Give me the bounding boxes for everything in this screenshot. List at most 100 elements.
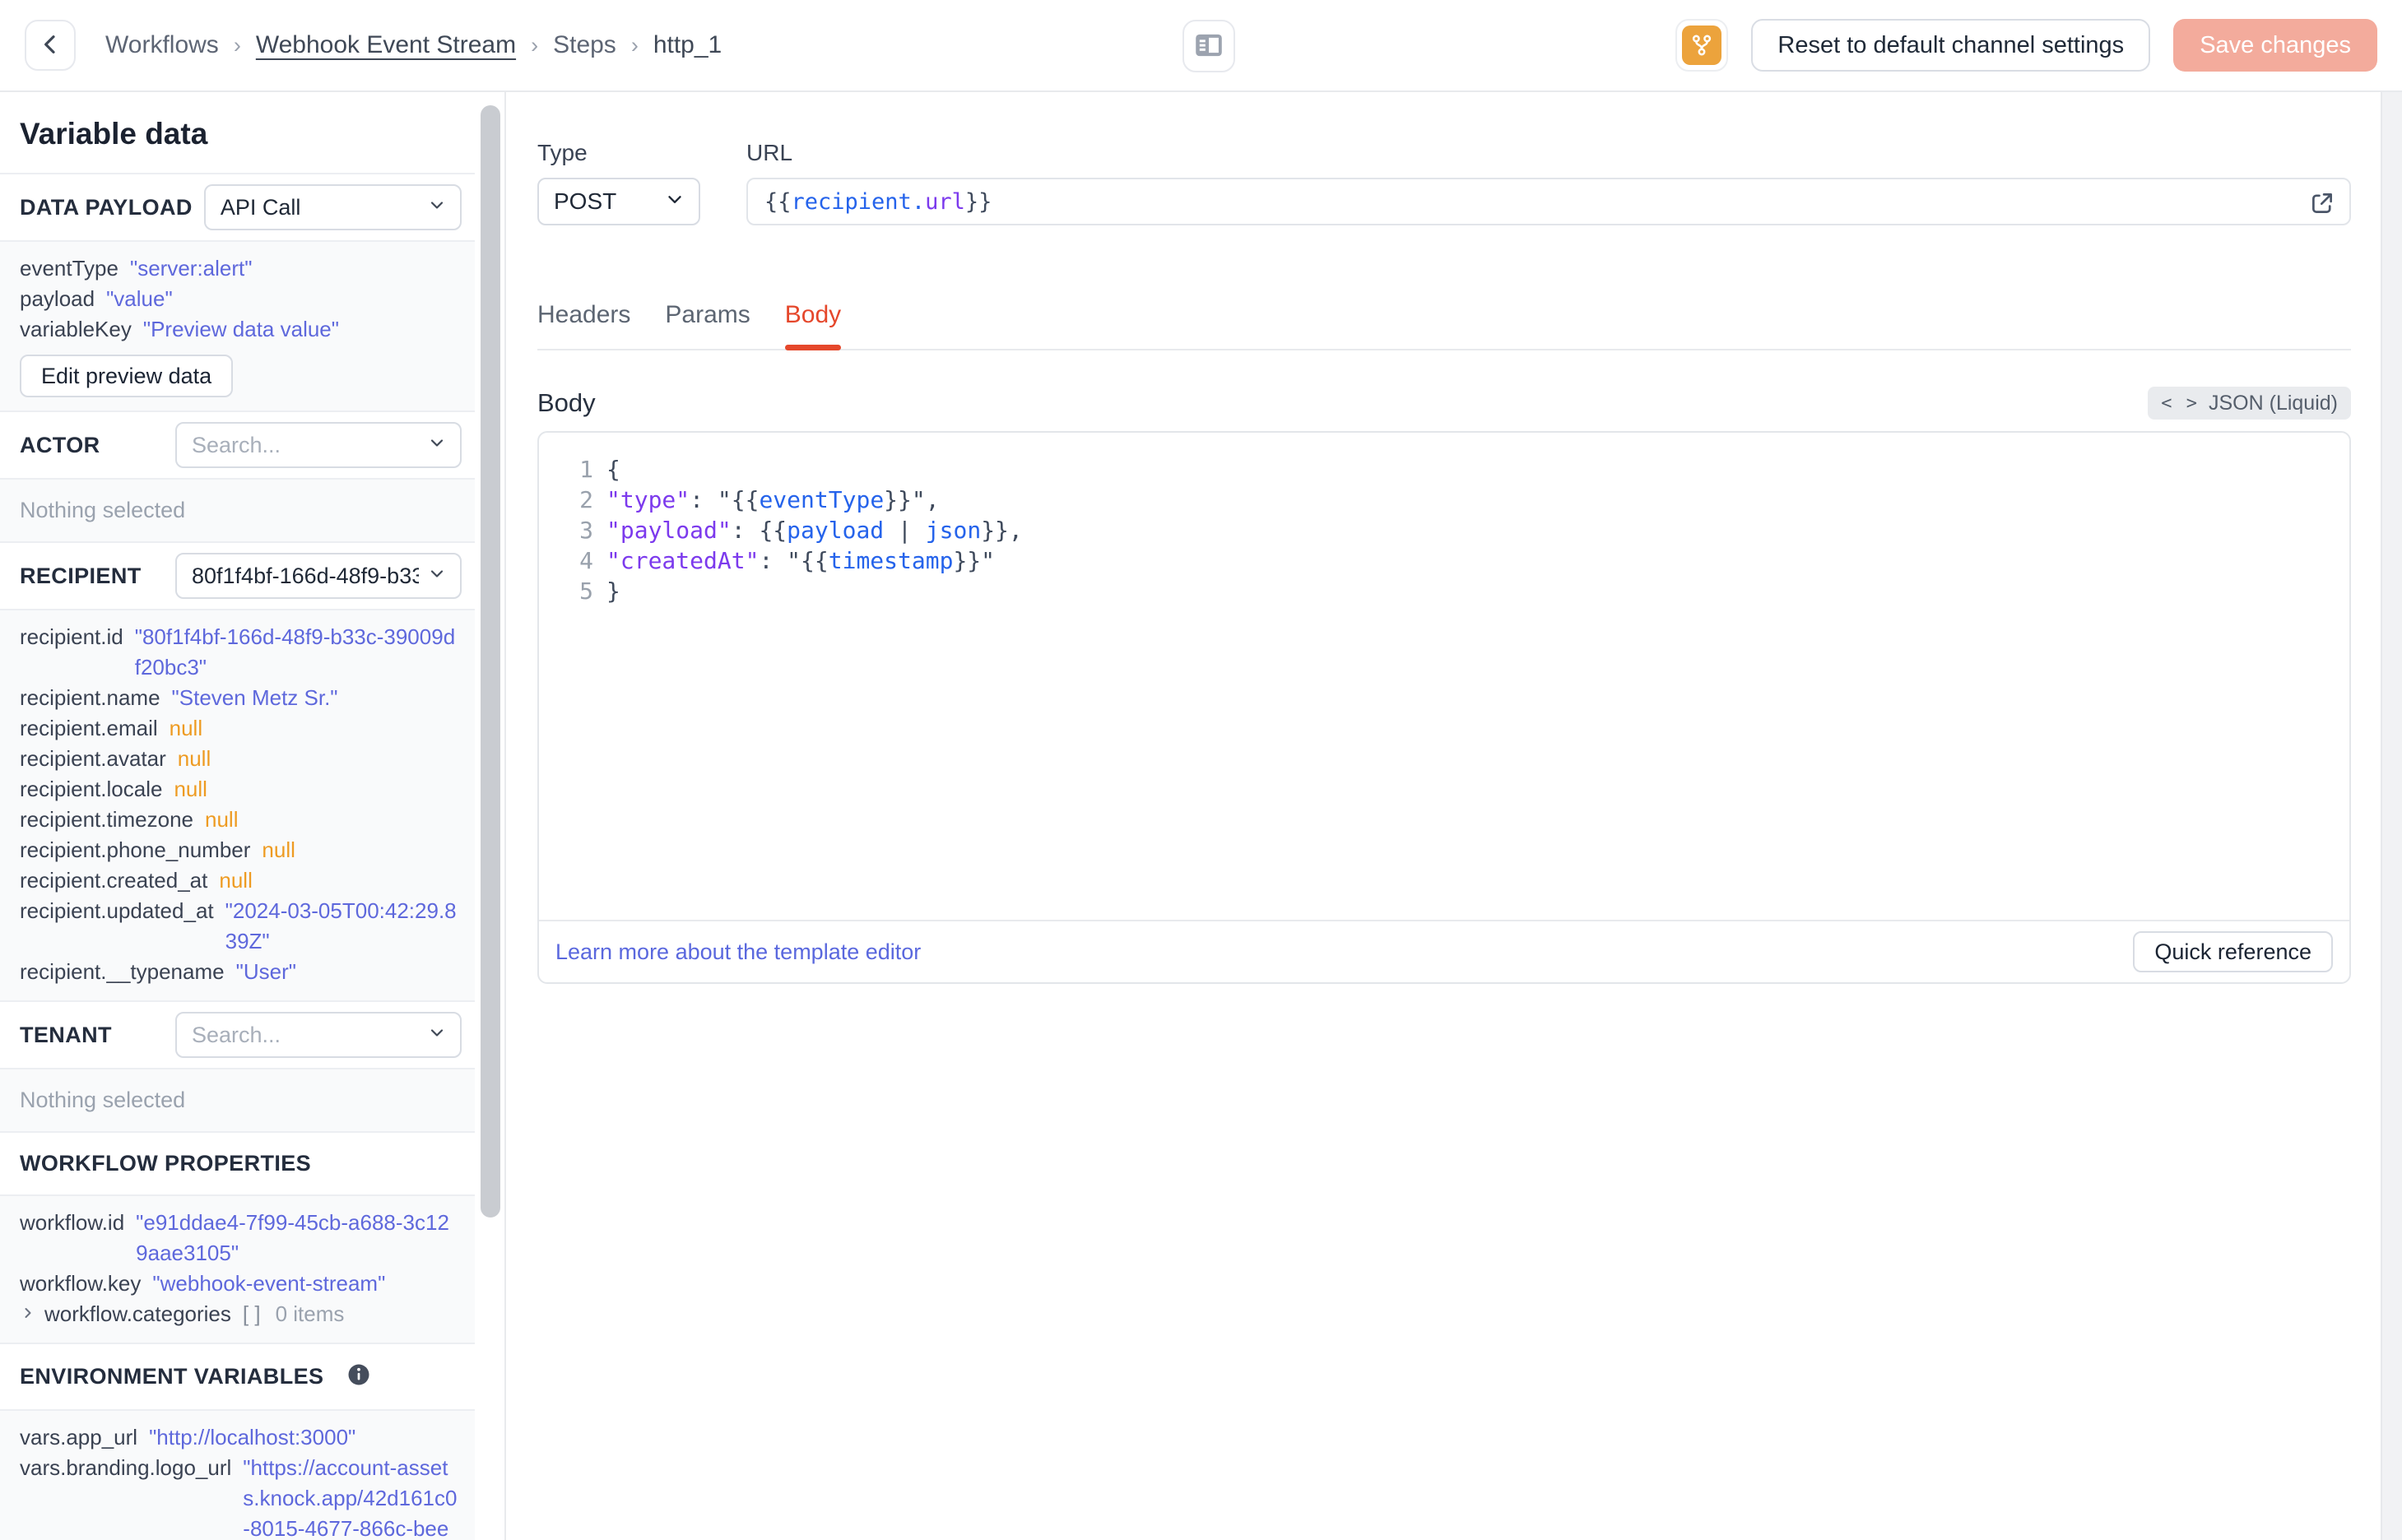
json-liquid-badge-label: JSON (Liquid) (2209, 391, 2338, 415)
tenant-label: TENANT (20, 1022, 112, 1047)
field-value: null (174, 777, 207, 801)
recipient-label: RECIPIENT (20, 563, 142, 588)
url-value: {{recipient.url}} (764, 188, 992, 215)
back-button[interactable] (25, 20, 76, 71)
save-changes-button[interactable]: Save changes (2173, 19, 2377, 72)
url-field: URL {{recipient.url}} (746, 140, 2351, 225)
method-selected-value: POST (554, 188, 617, 214)
line-number: 5 (579, 578, 593, 605)
body-template-editor: 1{2 "type": "{{eventType}}", 3 "payload": {… (537, 431, 2351, 984)
field-row: eventType "server:alert" (20, 253, 458, 284)
field-value: "80f1f4bf-166d-48f9-b33c-39009df20bc3" (134, 624, 456, 680)
breadcrumb-item[interactable]: Steps (553, 31, 616, 59)
field-value: null (262, 837, 295, 862)
actor-search-select[interactable]: Search... (175, 422, 462, 468)
info-icon[interactable] (346, 1362, 371, 1391)
breadcrumb-item: http_1 (653, 31, 722, 58)
field-row: workflow.key "webhook-event-stream" (20, 1269, 458, 1299)
recipient-fields: recipient.id "80f1f4bf-166d-48f9-b33c-390… (20, 622, 458, 987)
tenant-search-select[interactable]: Search... (175, 1012, 462, 1058)
chevron-right-icon (20, 1299, 36, 1329)
url-input[interactable]: {{recipient.url}} (746, 178, 2351, 225)
chevron-down-icon (664, 188, 685, 216)
field-row: recipient.created_at null (20, 865, 458, 896)
data-payload-row: DATA PAYLOAD API Call (0, 174, 475, 242)
sidebar-content: Variable data DATA PAYLOAD API Call even… (0, 92, 475, 1540)
sidebar-scrollbar-thumb[interactable] (481, 105, 500, 1218)
quick-reference-button[interactable]: Quick reference (2133, 931, 2333, 972)
field-key: recipient.__typename (20, 959, 225, 984)
recipient-selected-value: 80f1f4bf-166d-48f9-b33c (192, 563, 419, 588)
field-value: null (205, 807, 239, 832)
code-text: { (606, 456, 620, 483)
recipient-select[interactable]: 80f1f4bf-166d-48f9-b33c (175, 553, 462, 599)
body-heading: Body (537, 388, 596, 417)
breadcrumb-item[interactable]: Webhook Event Stream (256, 31, 516, 59)
method-select[interactable]: POST (537, 178, 700, 225)
field-value: "User" (235, 959, 296, 984)
field-row: recipient.id "80f1f4bf-166d-48f9-b33c-390… (20, 622, 458, 683)
breadcrumb-separator: › (531, 32, 539, 58)
code-brackets-icon: < > (2161, 392, 2199, 414)
tab-body[interactable]: Body (784, 301, 842, 350)
external-link-icon[interactable] (2308, 189, 2336, 223)
field-value: null (177, 746, 211, 771)
sidebar-toggle-button[interactable] (1182, 20, 1235, 72)
field-row: vars.app_url "http://localhost:3000" (20, 1422, 458, 1453)
edit-preview-data-button[interactable]: Edit preview data (20, 355, 234, 397)
code-line: 2 "type": "{{eventType}}", (539, 485, 2349, 515)
sidebar-title: Variable data (0, 92, 475, 174)
field-value: "webhook-event-stream" (152, 1271, 386, 1296)
field-key: recipient.avatar (20, 746, 166, 771)
body-section-header: Body < > JSON (Liquid) (537, 387, 2351, 420)
tenant-row: TENANT Search... (0, 1002, 475, 1069)
line-number: 3 (579, 517, 593, 544)
field-row: recipient.__typename "User" (20, 957, 458, 987)
tabs: Headers Params Body (537, 301, 2351, 350)
env-fields: vars.app_url "http://localhost:3000" vars.… (20, 1422, 458, 1540)
field-row: payload "value" (20, 284, 458, 314)
field-key: workflow.id (20, 1210, 125, 1235)
workflow-fields-section: workflow.id "e91ddae4-7f99-45cb-a688-3c12… (0, 1196, 475, 1344)
recipient-fields-section: recipient.id "80f1f4bf-166d-48f9-b33c-390… (0, 610, 475, 1002)
field-value: "e91ddae4-7f99-45cb-a688-3c129aae3105" (136, 1210, 449, 1265)
code-line: 4 "createdAt": "{{timestamp}}" (539, 545, 2349, 576)
actor-label: ACTOR (20, 432, 100, 457)
field-key: variableKey (20, 317, 132, 341)
workflow-categories-count: 0 items (275, 1301, 345, 1326)
code-text: "payload": {{payload | json}}, (606, 517, 1023, 544)
workflow-categories-expander[interactable]: workflow.categories [ ] 0 items (20, 1299, 458, 1329)
workflow-categories-key: workflow.categories (44, 1301, 231, 1326)
workflow-properties-label: WORKFLOW PROPERTIES (20, 1151, 312, 1176)
variable-data-sidebar: Variable data DATA PAYLOAD API Call even… (0, 92, 506, 1540)
page-scrollbar-track[interactable] (2381, 92, 2402, 1540)
chevron-down-icon (427, 1023, 447, 1048)
tab-params[interactable]: Params (665, 301, 750, 349)
field-key: vars.branding.logo_url (20, 1455, 232, 1480)
type-label: Type (537, 140, 588, 165)
field-value: "http://localhost:3000" (149, 1425, 356, 1450)
tab-headers[interactable]: Headers (537, 301, 630, 349)
actor-search-placeholder: Search... (192, 432, 281, 457)
reset-channel-settings-button[interactable]: Reset to default channel settings (1751, 19, 2151, 72)
field-value: "https://account-assets.knock.app/42d161… (243, 1455, 458, 1540)
learn-more-link[interactable]: Learn more about the template editor (555, 939, 921, 965)
field-key: recipient.timezone (20, 807, 193, 832)
panel-layout-icon (1192, 28, 1226, 65)
breadcrumb-item[interactable]: Workflows (105, 31, 219, 59)
workflow-categories-bracket: [ ] (242, 1301, 261, 1326)
commit-button[interactable] (1675, 19, 1729, 72)
environment-variables-label: ENVIRONMENT VARIABLES (20, 1364, 324, 1389)
field-row: variableKey "Preview data value" (20, 314, 458, 345)
code-editor[interactable]: 1{2 "type": "{{eventType}}", 3 "payload": {… (539, 433, 2349, 920)
data-payload-select[interactable]: API Call (203, 184, 462, 230)
field-key: recipient.locale (20, 777, 163, 801)
environment-variables-header: ENVIRONMENT VARIABLES (0, 1344, 475, 1411)
actor-empty-state: Nothing selected (0, 480, 475, 543)
field-row: recipient.timezone null (20, 805, 458, 835)
field-value: "Steven Metz Sr." (171, 685, 338, 710)
field-row: recipient.name "Steven Metz Sr." (20, 683, 458, 713)
breadcrumb: Workflows › Webhook Event Stream › Steps › htt… (105, 31, 722, 59)
field-key: recipient.phone_number (20, 837, 251, 862)
field-key: vars.app_url (20, 1425, 138, 1450)
